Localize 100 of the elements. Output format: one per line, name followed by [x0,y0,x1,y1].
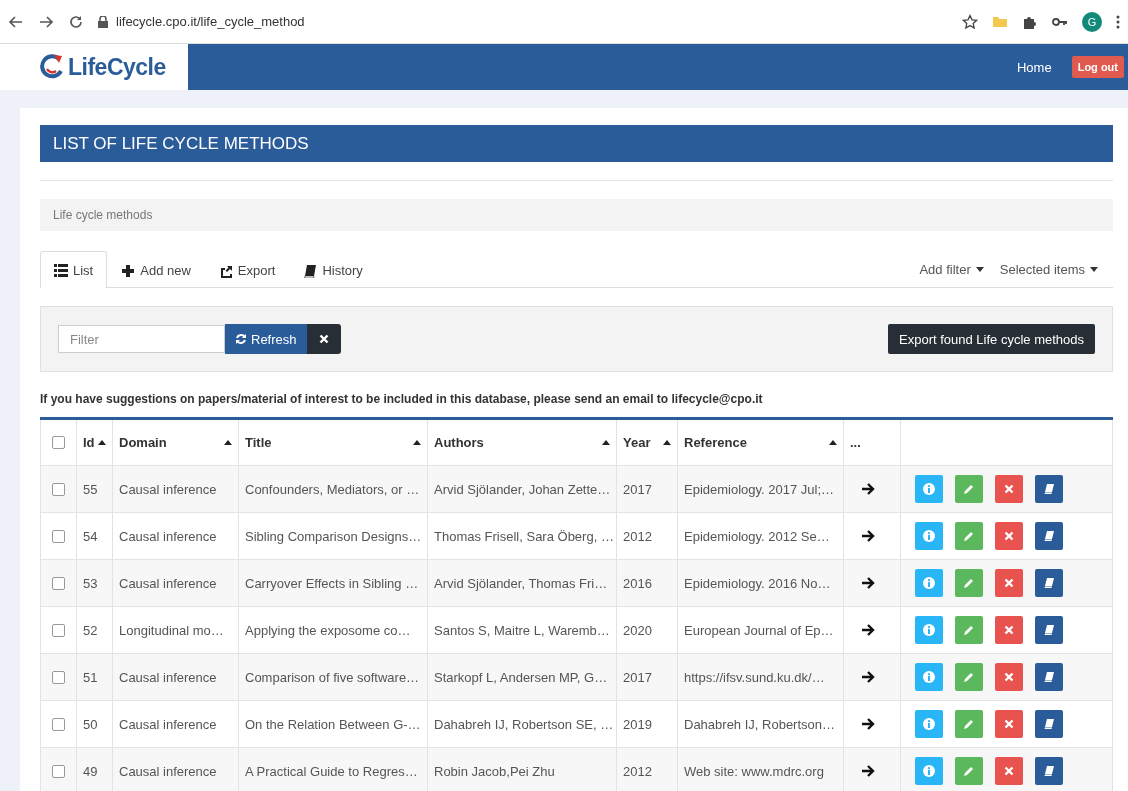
table-cell: 2017 [623,669,652,685]
book-icon [1043,577,1055,589]
select-all-checkbox[interactable] [52,436,65,449]
delete-button[interactable] [995,710,1023,738]
info-button[interactable] [915,475,943,503]
edit-button[interactable] [955,663,983,691]
table-cell: 49 [83,763,98,779]
row-checkbox[interactable] [52,623,65,637]
tab[interactable]: Export [204,252,290,288]
edit-button[interactable] [955,757,983,785]
delete-button[interactable] [995,569,1023,597]
delete-button[interactable] [995,663,1023,691]
row-checkbox[interactable] [52,529,65,543]
column-header: ... [850,435,862,450]
nav-link[interactable]: Home [1017,59,1052,75]
arrow-right-icon[interactable] [862,483,875,495]
history-button[interactable] [1035,569,1063,597]
logout-button[interactable]: Log out [1071,56,1124,78]
table-cell: Causal inference [119,763,217,779]
delete-button[interactable] [995,616,1023,644]
clear-button[interactable] [306,324,341,354]
column-header[interactable]: Id [83,435,106,450]
table-cell: Epidemiology. 2017 Jul;… [684,481,835,497]
table-cell: 50 [83,716,98,732]
pencil-icon [963,577,975,589]
edit-button[interactable] [955,616,983,644]
arrow-right-icon[interactable] [862,530,875,542]
delete-button[interactable] [995,522,1023,550]
info-button[interactable] [915,569,943,597]
share-icon [218,263,233,278]
plus-icon [121,263,136,278]
edit-button[interactable] [955,475,983,503]
lock-icon [98,15,108,28]
info-button[interactable] [915,522,943,550]
edit-button[interactable] [955,522,983,550]
book-icon [1043,718,1055,730]
history-button[interactable] [1035,522,1063,550]
arrow-right-icon[interactable] [862,765,875,777]
tab[interactable]: History [289,252,377,288]
profile-avatar[interactable]: G [1082,11,1102,32]
reload-icon[interactable] [68,13,84,30]
table-cell: Web site: www.mdrc.org [684,763,824,779]
pencil-icon [963,765,975,777]
forward-icon[interactable] [38,13,54,30]
refresh-icon [235,333,247,345]
row-checkbox[interactable] [52,764,65,778]
edit-button[interactable] [955,710,983,738]
close-icon [1004,578,1014,588]
info-button[interactable] [915,710,943,738]
history-button[interactable] [1035,663,1063,691]
table-cell: Comparison of five software… [245,669,420,685]
arrow-right-icon[interactable] [862,718,875,730]
tab[interactable]: List [40,251,108,288]
arrow-right-icon[interactable] [862,624,875,636]
table-cell: https://ifsv.sund.ku.dk/… [684,669,825,685]
row-checkbox[interactable] [52,482,65,496]
arrow-right-icon[interactable] [862,577,875,589]
table-cell: 2012 [623,763,652,779]
info-button[interactable] [915,663,943,691]
delete-button[interactable] [995,475,1023,503]
tab[interactable]: Add new [107,252,205,288]
table-cell: Epidemiology. 2016 No… [684,575,831,591]
history-button[interactable] [1035,616,1063,644]
arrow-right-icon[interactable] [862,671,875,683]
pencil-icon [963,671,975,683]
row-checkbox[interactable] [52,670,65,684]
address-bar[interactable]: lifecycle.cpo.it/life_cycle_method [116,14,305,29]
dropdown-menu[interactable]: Add filter [919,251,984,287]
table-cell: Causal inference [119,575,217,591]
table-cell: 53 [83,575,98,591]
row-checkbox[interactable] [52,717,65,731]
info-button[interactable] [915,616,943,644]
book-icon [1043,624,1055,636]
dropdown-menu[interactable]: Selected items [999,251,1098,287]
history-button[interactable] [1035,475,1063,503]
star-icon[interactable] [962,13,978,30]
info-button[interactable] [915,757,943,785]
info-icon [923,718,935,730]
delete-button[interactable] [995,757,1023,785]
table-cell: 54 [83,528,98,544]
caret-icon [1090,266,1098,272]
menu-icon[interactable] [1116,14,1120,29]
refresh-button[interactable]: Refresh [225,324,307,354]
close-icon [318,334,329,344]
filter-field[interactable]: Filter [58,325,225,353]
table-cell: Causal inference [119,481,217,497]
pencil-icon [963,624,975,636]
back-icon[interactable] [8,13,24,30]
edit-button[interactable] [955,569,983,597]
history-button[interactable] [1035,757,1063,785]
pencil-icon [963,530,975,542]
close-icon [1004,766,1014,776]
table-cell: 55 [83,481,98,497]
table-cell: Dahabreh IJ, Robertson SE, … [434,716,614,732]
close-icon [1004,719,1014,729]
export-button[interactable]: Export found Life cycle methods [888,324,1095,354]
history-button[interactable] [1035,710,1063,738]
row-checkbox[interactable] [52,576,65,590]
table-cell: Confounders, Mediators, or … [245,481,420,497]
table-cell: Longitudinal mo… [119,622,224,638]
